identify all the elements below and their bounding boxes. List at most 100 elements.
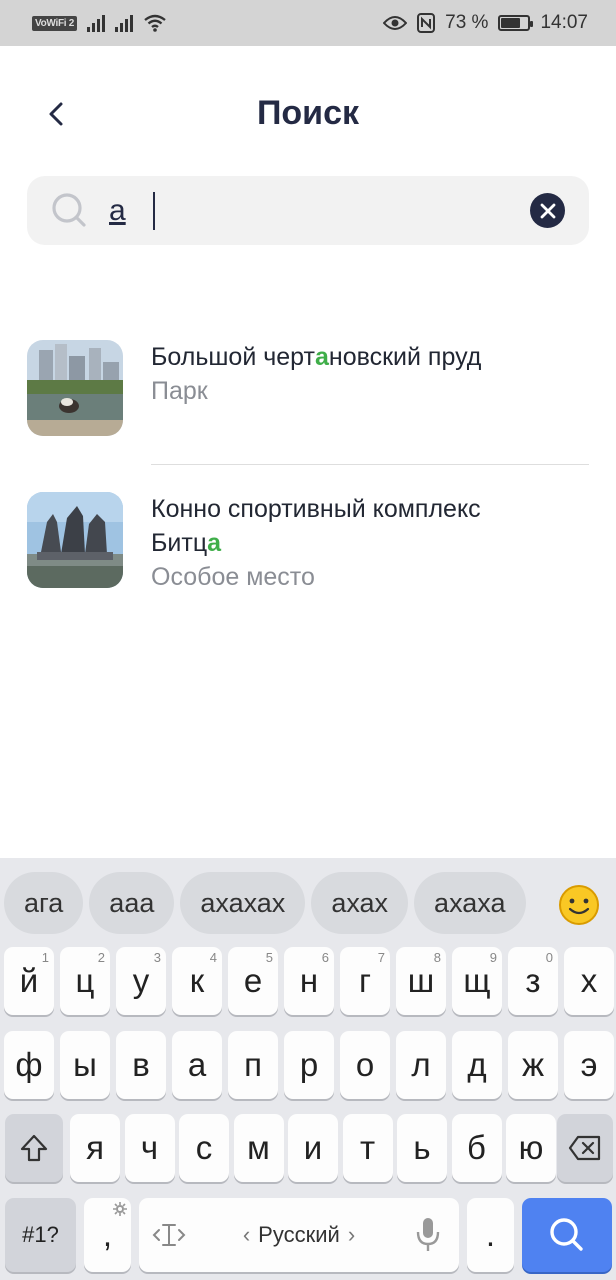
letter-key[interactable]: х [564,947,614,1015]
letter-key[interactable]: в [116,1031,166,1099]
key-label: н [299,962,319,999]
suggestion-strip: ага ааа ахахах ахах ахаха [4,872,616,934]
letter-key[interactable]: к4 [172,947,222,1015]
suggestion-chip[interactable]: ахах [311,872,409,934]
key-label: ы [73,1046,97,1083]
key-label: а [187,1046,207,1083]
letter-key[interactable]: э [564,1031,614,1099]
letter-key[interactable]: с [179,1114,229,1182]
key-label: щ [463,962,491,999]
letter-key[interactable]: щ9 [452,947,502,1015]
letter-key[interactable]: л [396,1031,446,1099]
letter-key[interactable]: т [342,1114,393,1182]
space-key[interactable]: ‹ Русский › [139,1198,459,1272]
signal-icon-2 [115,14,134,32]
key-label: ш [407,962,435,999]
title-highlight: а [207,529,222,557]
symbols-key[interactable]: #1? [5,1198,76,1272]
page-title: Поиск [256,94,360,132]
period-key[interactable]: . [467,1198,514,1272]
letter-key[interactable]: ю [506,1114,556,1182]
result-thumbnail-horses [27,492,123,588]
key-number-hint: 6 [321,950,329,965]
letter-key[interactable]: р [284,1031,334,1099]
key-label: к [189,962,205,999]
letter-key[interactable]: ж [508,1031,558,1099]
suggestion-chip[interactable]: ахахах [180,872,306,934]
vowifi-sub: 2 [68,17,75,29]
key-label: й [19,962,39,999]
key-label: ц [75,962,95,999]
letter-key[interactable]: ы [60,1031,110,1099]
letter-key[interactable]: ч [124,1114,175,1182]
emoji-icon[interactable] [558,884,600,926]
letter-key[interactable]: ь [397,1114,447,1182]
key-label: ь [413,1129,431,1166]
header: Поиск [0,80,616,150]
letter-key[interactable]: а [172,1031,222,1099]
key-label: ю [518,1129,544,1166]
search-bar[interactable]: а [27,176,589,245]
key-label: э [580,1046,598,1083]
microphone-icon[interactable] [415,1216,441,1254]
letter-key[interactable]: ш8 [396,947,446,1015]
result-subtitle: Парк [151,377,208,405]
key-label: о [355,1046,375,1083]
key-number-hint: 1 [41,950,49,965]
suggestion-chip[interactable]: ага [4,872,84,934]
backspace-key[interactable] [557,1114,613,1182]
key-number-hint: 0 [545,950,553,965]
key-number-hint: 9 [489,950,497,965]
search-submit-key[interactable] [522,1198,612,1272]
key-label: д [467,1046,487,1083]
title-part: Битц [151,529,208,557]
backspace-icon [568,1135,601,1161]
key-label: х [580,962,598,999]
title-part: Конно спортивный комплекс [151,495,481,523]
letter-key[interactable]: г7 [340,947,390,1015]
comma-key[interactable]: , [84,1198,131,1272]
search-icon [52,193,86,227]
result-text: Конно спортивный комплекс Битца Особое м… [151,492,481,594]
clear-search-button[interactable] [530,193,565,228]
key-number-hint: 7 [377,950,385,965]
letter-key[interactable]: е5 [228,947,278,1015]
suggestion-chip[interactable]: ааа [89,872,175,934]
key-label: у [132,962,150,999]
letter-key[interactable]: я [70,1114,120,1182]
letter-key[interactable]: п [228,1031,278,1099]
divider [151,464,589,465]
key-label: м [247,1129,270,1166]
suggestion-chip[interactable]: ахаха [414,872,526,934]
letter-key[interactable]: у3 [116,947,166,1015]
letter-key[interactable]: д [452,1031,502,1099]
battery-icon [498,15,534,31]
chevron-right-icon: › [347,1222,356,1247]
letter-key[interactable]: о [340,1031,390,1099]
letter-key[interactable]: н6 [284,947,334,1015]
close-icon [540,203,555,218]
keyboard: ага ааа ахахах ахах ахаха й1ц2у3к4е5н6г7ш8щ9… [0,858,616,1280]
battery-percent: 73 % [445,12,489,33]
letter-key[interactable]: ф [4,1031,54,1099]
letter-key[interactable]: б [451,1114,502,1182]
result-title: Конно спортивный комплекс [151,492,481,526]
title-part: Большой черт [151,343,315,371]
status-bar: VoWiFi 2 73 % 14:07 [0,0,616,46]
status-right: 73 % 14:07 [383,12,588,34]
letter-key[interactable]: й1 [4,947,54,1015]
shift-icon [20,1134,48,1162]
period-label: . [485,1216,496,1253]
letter-key[interactable]: ц2 [60,947,110,1015]
letter-key[interactable]: и [288,1114,338,1182]
key-label: т [359,1129,376,1166]
search-input[interactable]: а [109,194,126,228]
shift-key[interactable] [5,1114,63,1182]
key-label: в [132,1046,150,1083]
key-label: я [86,1129,104,1166]
letter-key[interactable]: м [233,1114,284,1182]
eye-icon [383,16,408,30]
letter-key[interactable]: з0 [508,947,558,1015]
search-result-item[interactable]: Конно спортивный комплекс Битца Особое м… [27,492,589,592]
search-result-item[interactable]: Большой чертановский пруд Парк [27,340,589,436]
